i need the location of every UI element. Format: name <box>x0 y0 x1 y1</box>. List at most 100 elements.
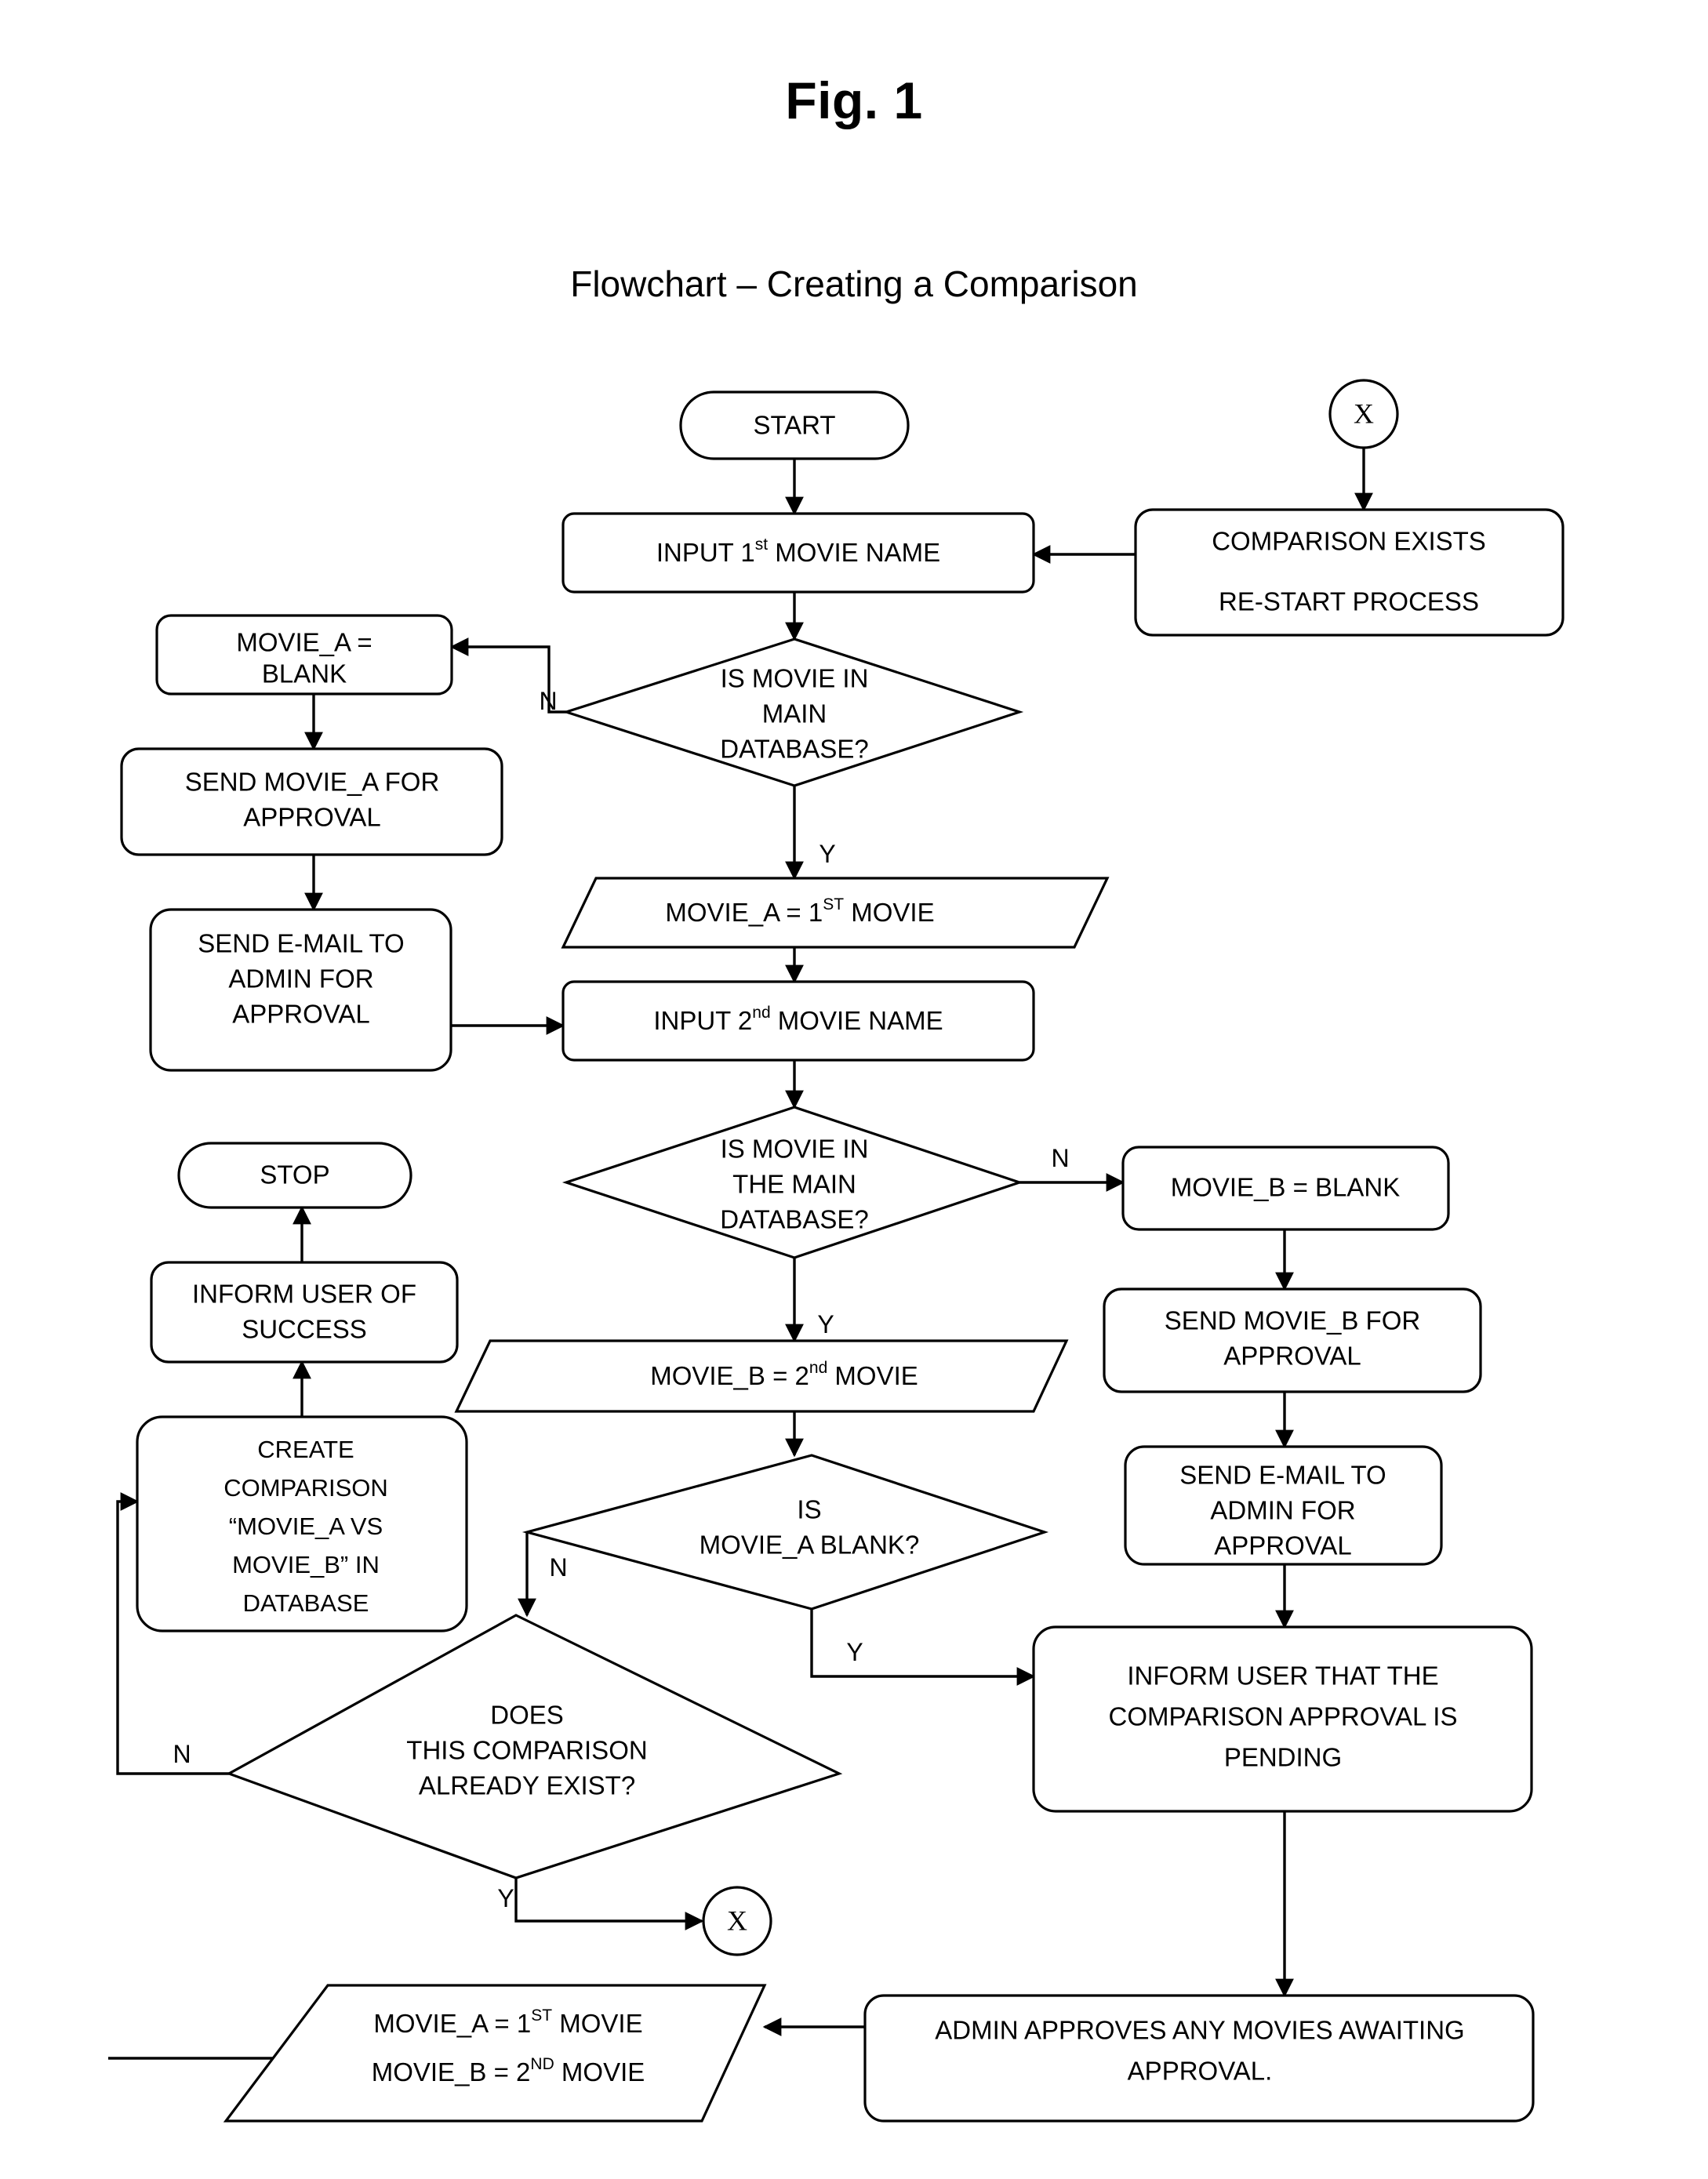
admin-approves-line1: ADMIN APPROVES ANY MOVIES AWAITING <box>935 2016 1464 2045</box>
node-connector-x-bottom[interactable]: X <box>702 1886 772 1956</box>
node-decision-comparison-exists[interactable]: DOES THIS COMPARISON ALREADY EXIST? <box>226 1614 843 1879</box>
final-b-sup: ND <box>530 2055 554 2073</box>
node-connector-x-top[interactable]: X <box>1328 379 1399 449</box>
node-inform-user-pending[interactable]: INFORM USER THAT THE COMPARISON APPROVAL… <box>1032 1625 1533 1813</box>
decision3-line1: IS <box>797 1495 821 1524</box>
assign-b-pre: MOVIE_B = 2 <box>650 1361 809 1390</box>
edge-decision3-y-to-inform-pending <box>810 1609 1036 1686</box>
inform-success-line1: INFORM USER OF <box>192 1280 416 1309</box>
assign-a-post: MOVIE <box>844 898 935 927</box>
decision2-line3: DATABASE? <box>720 1205 869 1234</box>
inform-pending-line1: INFORM USER THAT THE <box>1127 1661 1438 1691</box>
inform-pending-line3: PENDING <box>1224 1743 1342 1772</box>
decision2-line1: IS MOVIE IN <box>721 1135 869 1164</box>
node-assign-movie-a[interactable]: MOVIE_A = 1ST MOVIE <box>561 877 1110 949</box>
decision3-line2: MOVIE_A BLANK? <box>700 1531 920 1560</box>
email-b-line1: SEND E-MAIL TO <box>1179 1461 1386 1490</box>
create-line5: DATABASE <box>243 1589 369 1617</box>
node-email-admin-approval-a[interactable]: SEND E-MAIL TO ADMIN FOR APPROVAL <box>149 908 452 1072</box>
node-send-movie-a-approval[interactable]: SEND MOVIE_A FOR APPROVAL <box>120 747 503 856</box>
decision1-line1: IS MOVIE IN <box>721 664 869 693</box>
decision1-line3: DATABASE? <box>720 735 869 764</box>
assign-a-pre: MOVIE_A = 1 <box>665 898 823 927</box>
node-movie-a-blank[interactable]: MOVIE_A = BLANK <box>155 614 453 695</box>
final-b-pre: MOVIE_B = 2 <box>372 2057 531 2086</box>
node-movie-b-blank[interactable]: MOVIE_B = BLANK <box>1121 1146 1450 1231</box>
input-second-movie-label: INPUT 2nd MOVIE NAME <box>653 1004 943 1035</box>
node-final-assign[interactable]: MOVIE_A = 1ST MOVIE MOVIE_B = 2ND MOVIE <box>223 1984 767 2123</box>
decision2-line2: THE MAIN <box>732 1170 856 1199</box>
input1-pre: INPUT 1 <box>656 538 755 567</box>
branch-label-n1: N <box>539 687 557 715</box>
decision4-line2: THIS COMPARISON <box>406 1736 647 1765</box>
node-input-second-movie[interactable]: INPUT 2nd MOVIE NAME <box>561 980 1035 1062</box>
input-first-movie-label: INPUT 1st MOVIE NAME <box>656 536 940 567</box>
node-email-admin-approval-b[interactable]: SEND E-MAIL TO ADMIN FOR APPROVAL <box>1124 1445 1443 1566</box>
decision4-line3: ALREADY EXIST? <box>419 1771 635 1800</box>
branch-label-y3: Y <box>846 1638 863 1666</box>
email-b-line2: ADMIN FOR <box>1210 1496 1355 1525</box>
email-a-line3: APPROVAL <box>232 1000 369 1029</box>
node-assign-movie-b[interactable]: MOVIE_B = 2nd MOVIE <box>454 1339 1069 1413</box>
branch-label-y1: Y <box>819 840 835 868</box>
flowchart-canvas: N Y N Y N Y N Y START X INPUT 1st MOVIE … <box>108 379 1564 2123</box>
comparison-exists-line2: RE-START PROCESS <box>1219 587 1479 616</box>
node-inform-user-success[interactable]: INFORM USER OF SUCCESS <box>150 1261 459 1364</box>
email-a-line1: SEND E-MAIL TO <box>198 929 404 958</box>
assign-b-sup: nd <box>809 1359 827 1377</box>
final-a-pre: MOVIE_A = 1 <box>373 2009 531 2038</box>
branch-label-n3: N <box>549 1553 567 1582</box>
branch-label-y2: Y <box>817 1310 834 1338</box>
edge-decision4-y-to-x-connector <box>514 1878 704 1930</box>
input2-sup: nd <box>752 1004 770 1022</box>
final-assign-line2: MOVIE_B = 2ND MOVIE <box>372 2055 645 2086</box>
node-decision-movie-in-main-db-2[interactable]: IS MOVIE IN THE MAIN DATABASE? <box>561 1106 1024 1259</box>
node-send-movie-b-approval[interactable]: SEND MOVIE_B FOR APPROVAL <box>1103 1287 1482 1393</box>
branch-label-y4: Y <box>497 1884 514 1912</box>
assign-b-post: MOVIE <box>827 1361 918 1390</box>
comparison-exists-line1: COMPARISON EXISTS <box>1212 527 1486 556</box>
movie-a-blank-line2: BLANK <box>262 659 347 688</box>
node-decision-movie-in-main-db-1[interactable]: IS MOVIE IN MAIN DATABASE? <box>561 637 1024 787</box>
node-decision-movie-a-blank[interactable]: IS MOVIE_A BLANK? <box>521 1454 1049 1611</box>
input1-post: MOVIE NAME <box>768 538 940 567</box>
send-a-line1: SEND MOVIE_A FOR <box>185 768 440 797</box>
connector-x-bottom-label: X <box>727 1905 747 1936</box>
final-assign-line1: MOVIE_A = 1ST MOVIE <box>373 2006 642 2038</box>
movie-b-blank-label: MOVIE_B = BLANK <box>1171 1173 1401 1202</box>
send-movie-a-approval-shape <box>120 747 503 856</box>
input2-pre: INPUT 2 <box>653 1006 752 1035</box>
assign-movie-b-label: MOVIE_B = 2nd MOVIE <box>650 1359 918 1390</box>
send-movie-b-approval-shape <box>1103 1287 1482 1393</box>
final-b-post: MOVIE <box>554 2057 645 2086</box>
node-stop[interactable]: STOP <box>177 1142 412 1209</box>
branch-label-n4: N <box>173 1740 191 1768</box>
decision4-line1: DOES <box>490 1701 564 1730</box>
connector-x-top-label: X <box>1354 398 1374 429</box>
assign-movie-a-label: MOVIE_A = 1ST MOVIE <box>665 895 934 927</box>
create-line2: COMPARISON <box>223 1474 388 1502</box>
input2-post: MOVIE NAME <box>771 1006 943 1035</box>
final-assign-shape <box>223 1984 767 2123</box>
node-input-first-movie[interactable]: INPUT 1st MOVIE NAME <box>561 512 1035 594</box>
decision1-line2: MAIN <box>762 699 827 728</box>
send-a-line2: APPROVAL <box>243 803 380 832</box>
branch-label-n2: N <box>1051 1144 1069 1172</box>
create-line1: CREATE <box>257 1436 354 1463</box>
admin-approves-line2: APPROVAL. <box>1128 2057 1273 2086</box>
email-a-line2: ADMIN FOR <box>228 964 373 993</box>
node-comparison-exists[interactable]: COMPARISON EXISTS RE-START PROCESS <box>1134 508 1564 637</box>
node-start[interactable]: START <box>679 390 910 460</box>
final-a-sup: ST <box>531 2006 552 2025</box>
final-a-post: MOVIE <box>552 2009 643 2038</box>
start-label: START <box>753 411 835 440</box>
movie-a-blank-line1: MOVIE_A = <box>236 628 372 657</box>
node-create-comparison[interactable]: CREATE COMPARISON “MOVIE_A VS MOVIE_B” I… <box>136 1415 468 1632</box>
inform-pending-line2: COMPARISON APPROVAL IS <box>1108 1702 1457 1731</box>
node-admin-approves[interactable]: ADMIN APPROVES ANY MOVIES AWAITING APPRO… <box>863 1994 1535 2123</box>
assign-a-sup: ST <box>823 895 844 913</box>
input1-sup: st <box>755 536 769 554</box>
send-b-line2: APPROVAL <box>1223 1342 1361 1371</box>
inform-success-line2: SUCCESS <box>242 1315 367 1344</box>
send-b-line1: SEND MOVIE_B FOR <box>1165 1306 1420 1335</box>
